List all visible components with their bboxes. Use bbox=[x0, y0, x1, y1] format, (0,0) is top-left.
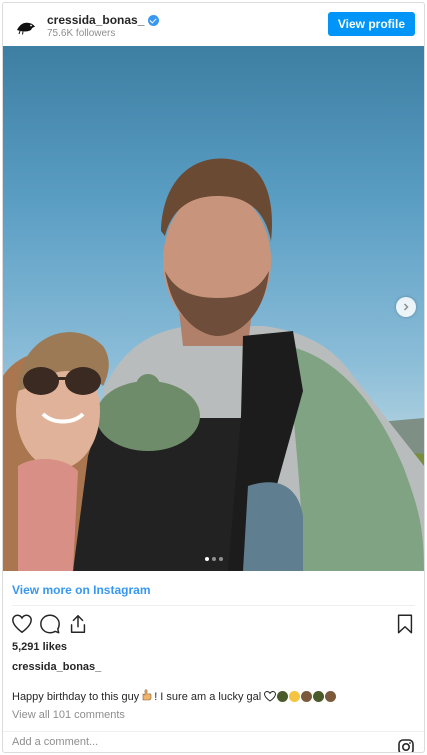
carousel-dots bbox=[3, 557, 424, 561]
avatar[interactable] bbox=[14, 14, 38, 38]
action-bar bbox=[3, 611, 424, 639]
heart-icon[interactable] bbox=[11, 613, 33, 635]
bookmark-icon[interactable] bbox=[394, 613, 416, 635]
caption-text-before: Happy birthday to this guy bbox=[12, 690, 140, 703]
post-header: cressida_bonas_ 75.6K followers View pro… bbox=[3, 3, 424, 47]
carousel-dot[interactable] bbox=[211, 557, 216, 561]
share-icon[interactable] bbox=[67, 613, 89, 635]
username[interactable]: cressida_bonas_ bbox=[47, 13, 160, 27]
view-comments-link[interactable]: View all 101 comments bbox=[12, 709, 125, 721]
post-photo[interactable] bbox=[3, 46, 424, 571]
star-struck-face-icon bbox=[289, 691, 301, 702]
pointing-hand-icon bbox=[141, 689, 152, 704]
caption-emojis bbox=[264, 691, 337, 702]
avatar-bird-icon bbox=[14, 14, 38, 38]
like-count[interactable]: 5,291 likes bbox=[12, 641, 67, 653]
selfie-photo bbox=[3, 158, 424, 571]
add-comment-input[interactable] bbox=[12, 736, 312, 748]
carousel-next-button[interactable] bbox=[396, 297, 416, 317]
heart-outline-icon bbox=[264, 691, 277, 702]
carousel-dot[interactable] bbox=[218, 557, 223, 561]
comment-icon[interactable] bbox=[39, 613, 61, 635]
divider bbox=[12, 605, 415, 606]
grinning-face-icon bbox=[325, 691, 337, 702]
sunglasses-face-icon bbox=[277, 691, 289, 702]
follower-count: 75.6K followers bbox=[47, 28, 116, 39]
caption-username[interactable]: cressida_bonas_ bbox=[12, 661, 101, 673]
view-profile-button[interactable]: View profile bbox=[327, 12, 415, 36]
instagram-embed-card: cressida_bonas_ 75.6K followers View pro… bbox=[2, 2, 425, 753]
username-label[interactable]: cressida_bonas_ bbox=[47, 13, 144, 27]
caption-text-after: ! I sure am a lucky gal bbox=[154, 690, 262, 703]
divider bbox=[3, 731, 424, 732]
caption-text: Happy birthday to this guy ! I sure am a… bbox=[12, 689, 337, 704]
verified-badge-icon bbox=[148, 14, 160, 26]
sunglasses-face-icon bbox=[313, 691, 325, 702]
view-more-link[interactable]: View more on Instagram bbox=[12, 583, 151, 597]
chevron-right-icon bbox=[403, 303, 409, 311]
carousel-dot[interactable] bbox=[204, 557, 209, 561]
grinning-face-icon bbox=[301, 691, 313, 702]
instagram-logo-icon[interactable] bbox=[398, 739, 414, 752]
